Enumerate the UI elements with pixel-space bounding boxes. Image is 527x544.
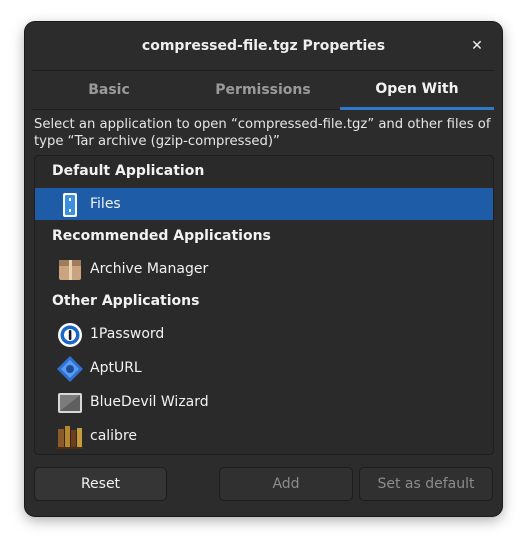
- section-other-applications: Other Applications: [52, 293, 200, 309]
- list-item-label: Files: [90, 196, 121, 212]
- application-list: Default Application Files Recommended Ap…: [34, 155, 494, 455]
- tab-bar: Basic Permissions Open With: [32, 70, 494, 110]
- files-icon: [57, 192, 83, 218]
- apturl-icon: [57, 356, 83, 382]
- list-item-archive-manager[interactable]: Archive Manager: [35, 253, 493, 285]
- list-item-label: BlueDevil Wizard: [90, 394, 209, 410]
- dialog-title: compressed-file.tgz Properties: [141, 38, 386, 54]
- tab-open-with[interactable]: Open With: [340, 71, 494, 110]
- list-item-apturl[interactable]: AptURL: [35, 352, 493, 384]
- list-item-calibre[interactable]: calibre: [35, 420, 493, 452]
- button-bar: Reset Add Set as default: [34, 467, 493, 501]
- list-item-bluedevil-wizard[interactable]: BlueDevil Wizard: [35, 386, 493, 418]
- description-text: Select an application to open “compresse…: [34, 117, 491, 149]
- list-item-label: AptURL: [90, 360, 142, 376]
- reset-button[interactable]: Reset: [34, 467, 167, 501]
- tab-basic[interactable]: Basic: [32, 71, 186, 110]
- list-item-1password[interactable]: 1Password: [35, 318, 493, 350]
- section-default-application: Default Application: [52, 163, 205, 179]
- list-item-label: calibre: [90, 428, 138, 444]
- add-button[interactable]: Add: [219, 467, 353, 501]
- tab-permissions[interactable]: Permissions: [186, 71, 340, 110]
- calibre-icon: [57, 424, 83, 450]
- bluedevil-wizard-icon: [57, 390, 83, 416]
- list-item-label: Archive Manager: [90, 261, 209, 277]
- list-item-label: 1Password: [90, 326, 165, 342]
- properties-dialog: compressed-file.tgz Properties ✕ Basic P…: [25, 22, 502, 516]
- set-as-default-button[interactable]: Set as default: [359, 467, 493, 501]
- archive-manager-icon: [57, 257, 83, 283]
- section-recommended-applications: Recommended Applications: [52, 228, 271, 244]
- 1password-icon: [57, 322, 83, 348]
- title-bar: compressed-file.tgz Properties ✕: [25, 22, 502, 70]
- close-icon[interactable]: ✕: [468, 37, 486, 55]
- list-item-files[interactable]: Files: [35, 188, 493, 220]
